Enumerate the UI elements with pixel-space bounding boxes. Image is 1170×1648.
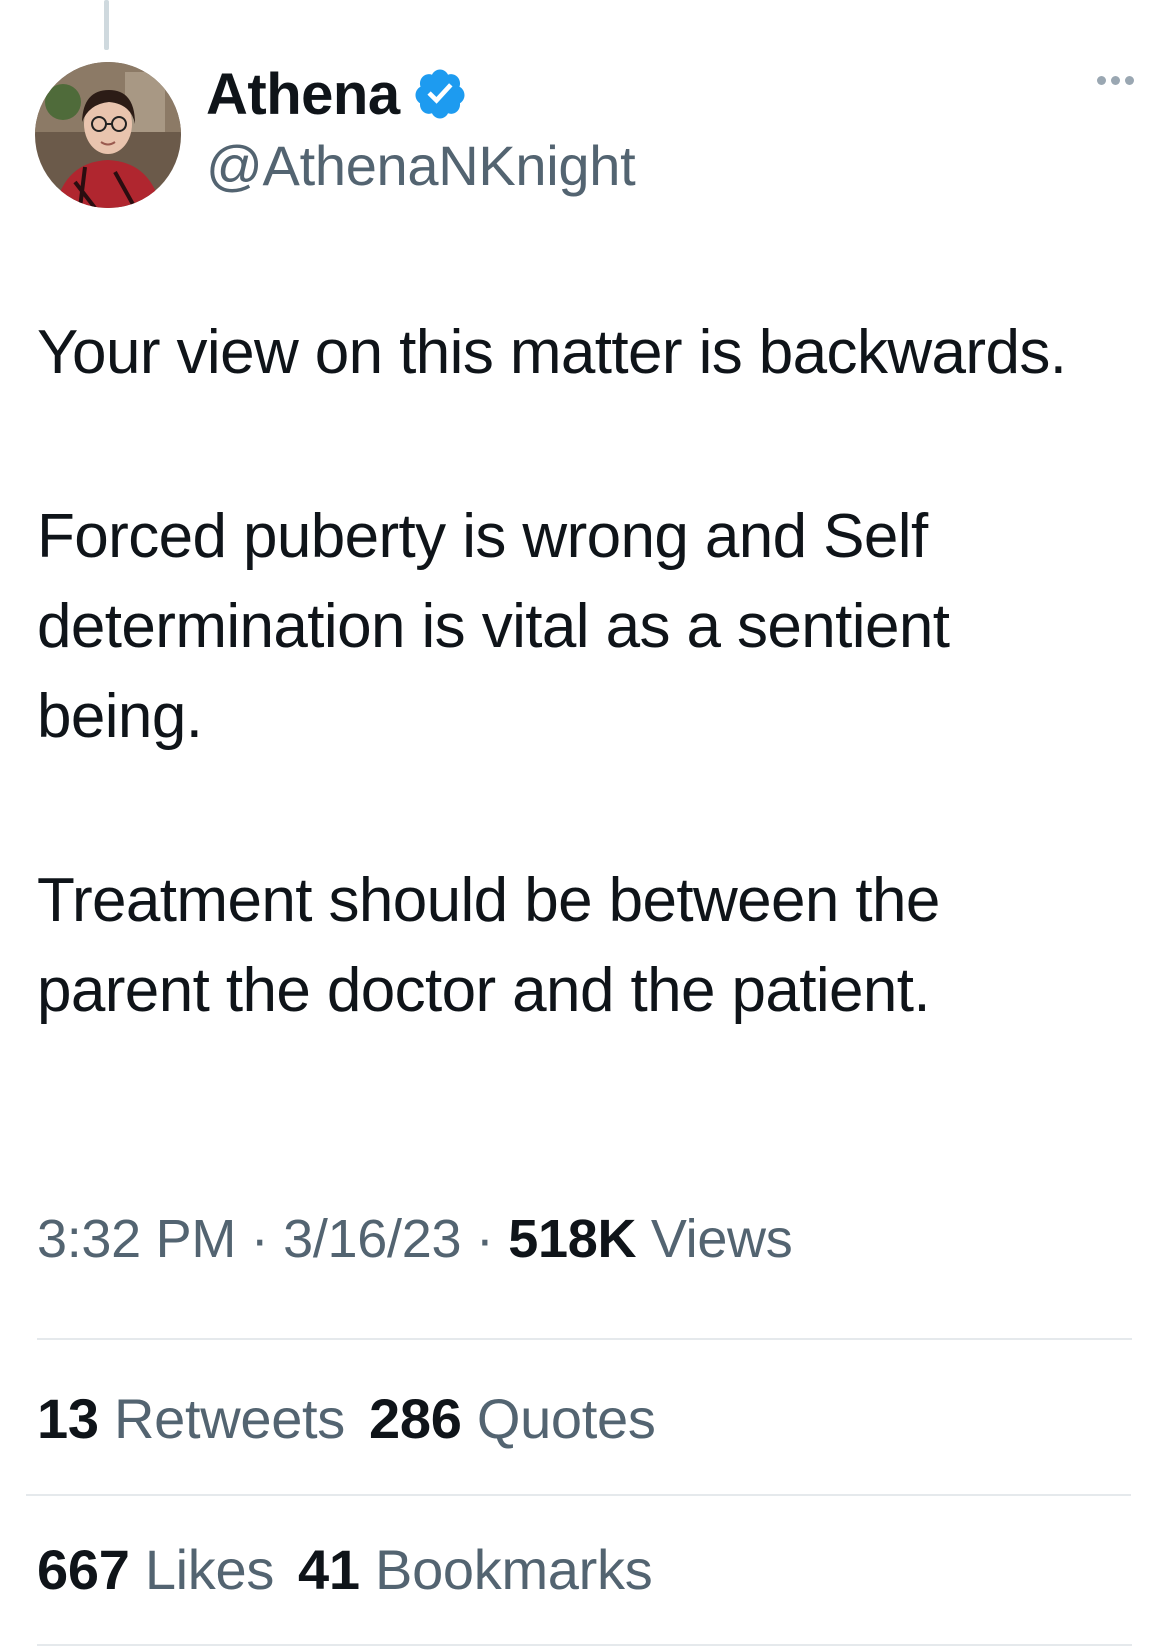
- author-handle[interactable]: @AthenaNKnight: [206, 133, 636, 198]
- avatar[interactable]: [35, 62, 181, 208]
- tweet-meta: 3:32 PM · 3/16/23 · 518K Views: [37, 1208, 793, 1270]
- divider: [37, 1338, 1132, 1340]
- quotes-count: 286: [369, 1387, 462, 1450]
- retweets-label: Retweets: [113, 1387, 346, 1450]
- more-dot: [1111, 76, 1120, 85]
- meta-separator: ·: [475, 1209, 494, 1269]
- bookmarks-count: 41: [298, 1538, 360, 1601]
- verified-badge-icon: [412, 66, 468, 122]
- retweets-stat[interactable]: 13 Retweets: [37, 1387, 345, 1450]
- tweet-date[interactable]: 3/16/23: [283, 1209, 461, 1269]
- views-count: 518K: [508, 1209, 637, 1269]
- tweet-time[interactable]: 3:32 PM: [37, 1209, 236, 1269]
- views-label: Views: [650, 1209, 793, 1269]
- thread-connector-line: [104, 0, 109, 50]
- bookmarks-label: Bookmarks: [375, 1538, 653, 1601]
- retweets-count: 13: [37, 1387, 99, 1450]
- divider: [26, 1494, 1131, 1496]
- meta-separator: ·: [250, 1209, 269, 1269]
- author-row: Athena: [206, 58, 468, 130]
- quotes-label: Quotes: [476, 1387, 656, 1450]
- bookmarks-stat[interactable]: 41 Bookmarks: [298, 1538, 653, 1601]
- stats-row-engagement: 667 Likes 41 Bookmarks: [37, 1537, 653, 1602]
- likes-stat[interactable]: 667 Likes: [37, 1538, 274, 1601]
- tweet-text: Your view on this matter is backwards. F…: [37, 308, 1127, 1036]
- likes-count: 667: [37, 1538, 130, 1601]
- profile-photo: [35, 62, 181, 208]
- likes-label: Likes: [144, 1538, 275, 1601]
- divider: [37, 1644, 1132, 1646]
- more-dot: [1125, 76, 1134, 85]
- more-dot: [1097, 76, 1106, 85]
- stats-row-shares: 13 Retweets 286 Quotes: [37, 1386, 656, 1451]
- tweet-paragraph: Your view on this matter is backwards.: [37, 318, 1067, 387]
- tweet-paragraph: Forced puberty is wrong and Self determi…: [37, 502, 950, 751]
- tweet-paragraph: Treatment should be between the parent t…: [37, 866, 940, 1025]
- more-horizontal-icon[interactable]: [1097, 76, 1134, 85]
- quotes-stat[interactable]: 286 Quotes: [369, 1387, 656, 1450]
- author-display-name[interactable]: Athena: [206, 61, 400, 128]
